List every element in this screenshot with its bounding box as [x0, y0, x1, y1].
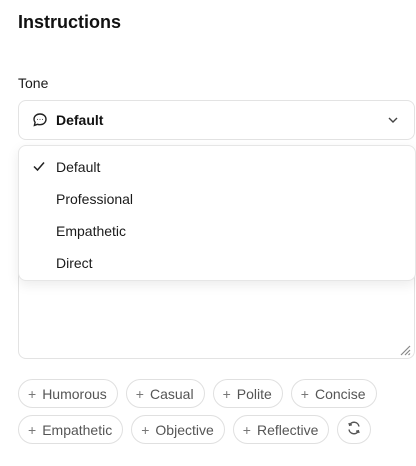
plus-icon: + — [135, 385, 144, 402]
page-title: Instructions — [18, 12, 122, 32]
plus-icon: + — [222, 385, 231, 402]
chip-empathetic[interactable]: + Empathetic — [18, 415, 124, 444]
plus-icon: + — [28, 385, 37, 402]
tone-option-default[interactable]: Default — [19, 151, 415, 183]
tone-option-direct[interactable]: Direct — [19, 247, 415, 279]
chip-casual[interactable]: + Casual — [125, 379, 205, 408]
tone-label: Tone — [18, 75, 49, 91]
tone-dropdown-menu: Default Professional Empathetic Direct — [18, 145, 416, 281]
chip-row: + Empathetic + Objective + Reflective — [18, 415, 408, 444]
chip-objective[interactable]: + Objective — [131, 415, 225, 444]
tone-select-value: Default — [56, 112, 104, 128]
chip-humorous[interactable]: + Humorous — [18, 379, 118, 408]
chip-concise[interactable]: + Concise — [290, 379, 377, 408]
tone-select[interactable]: Default — [18, 100, 415, 140]
tone-option-label: Professional — [56, 191, 134, 207]
tone-option-label: Empathetic — [56, 223, 127, 239]
chip-label: Reflective — [256, 421, 319, 438]
chip-label: Empathetic — [42, 421, 113, 438]
tone-option-label: Direct — [56, 255, 93, 271]
plus-icon: + — [300, 385, 309, 402]
tone-option-label: Default — [56, 159, 101, 175]
checkmark-icon — [32, 159, 46, 173]
chevron-down-icon — [386, 113, 400, 127]
chat-bubble-icon — [31, 111, 49, 129]
plus-icon: + — [141, 421, 150, 438]
chip-label: Objective — [155, 421, 214, 438]
chip-label: Polite — [236, 385, 272, 402]
chip-row: + Humorous + Casual + Polite + Concise — [18, 379, 408, 408]
chip-polite[interactable]: + Polite — [212, 379, 283, 408]
refresh-icon — [346, 420, 362, 439]
resize-handle-icon[interactable] — [399, 343, 411, 356]
chip-label: Humorous — [42, 385, 107, 402]
chip-label: Concise — [314, 385, 366, 402]
chip-label: Casual — [149, 385, 194, 402]
tone-suggestion-chips: + Humorous + Casual + Polite + Concise +… — [18, 379, 408, 451]
plus-icon: + — [242, 421, 251, 438]
refresh-suggestions-button[interactable] — [337, 415, 372, 444]
tone-option-empathetic[interactable]: Empathetic — [19, 215, 415, 247]
plus-icon: + — [28, 421, 37, 438]
tone-option-professional[interactable]: Professional — [19, 183, 415, 215]
chip-reflective[interactable]: + Reflective — [232, 415, 330, 444]
